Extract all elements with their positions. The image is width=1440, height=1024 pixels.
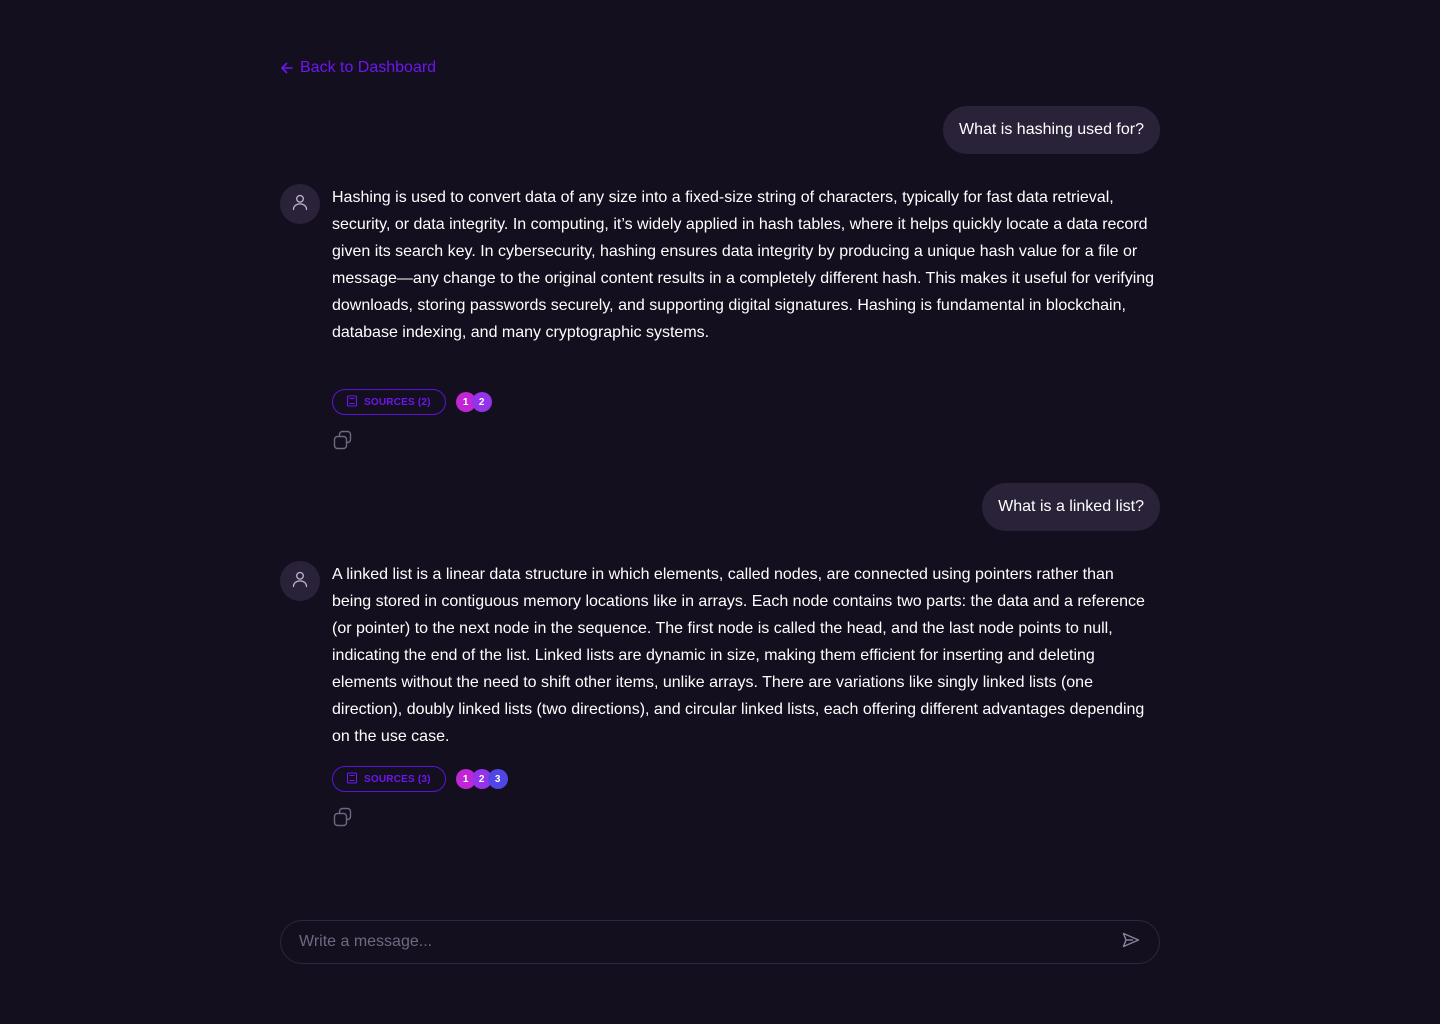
send-icon — [1121, 930, 1141, 955]
chat-page: Back to Dashboard What is hashing used f… — [0, 0, 1440, 1024]
sources-label: SOURCES (2) — [364, 396, 431, 408]
copy-button[interactable] — [332, 430, 354, 455]
back-link-label: Back to Dashboard — [300, 59, 437, 76]
assistant-message-text: Hashing is used to convert data of any s… — [332, 189, 1155, 341]
user-message-text: What is a linked list? — [998, 498, 1144, 515]
source-badges: 1 2 — [455, 392, 492, 412]
assistant-message: A linked list is a linear data structure… — [280, 561, 1160, 831]
user-message-bubble: What is hashing used for? — [943, 106, 1160, 154]
sources-button[interactable]: SOURCES (2) — [332, 389, 446, 415]
send-button[interactable] — [1119, 930, 1143, 954]
sources-button[interactable]: SOURCES (3) — [332, 766, 446, 792]
assistant-avatar — [280, 561, 320, 601]
message-input[interactable] — [297, 932, 1119, 952]
assistant-avatar — [280, 184, 320, 224]
sources-row: SOURCES (3) 1 2 3 — [332, 766, 508, 792]
source-badge[interactable]: 3 — [487, 769, 508, 789]
sources-label: SOURCES (3) — [364, 773, 431, 785]
copy-icon — [333, 430, 353, 455]
source-badges: 1 2 3 — [455, 769, 508, 789]
back-to-dashboard-link[interactable]: Back to Dashboard — [280, 56, 436, 80]
arrow-left-icon — [280, 61, 294, 75]
user-message-text: What is hashing used for? — [959, 121, 1144, 138]
sources-row: SOURCES (2) 1 2 — [332, 389, 492, 415]
book-icon — [346, 771, 358, 787]
message-composer — [280, 920, 1160, 964]
user-icon — [291, 570, 309, 593]
assistant-message: Hashing is used to convert data of any s… — [280, 184, 1160, 454]
source-badge[interactable]: 2 — [471, 392, 492, 412]
copy-button[interactable] — [332, 807, 354, 832]
copy-icon — [333, 807, 353, 832]
user-message-bubble: What is a linked list? — [982, 483, 1160, 531]
user-icon — [291, 193, 309, 216]
assistant-message-text: A linked list is a linear data structure… — [332, 566, 1145, 745]
book-icon — [346, 394, 358, 410]
